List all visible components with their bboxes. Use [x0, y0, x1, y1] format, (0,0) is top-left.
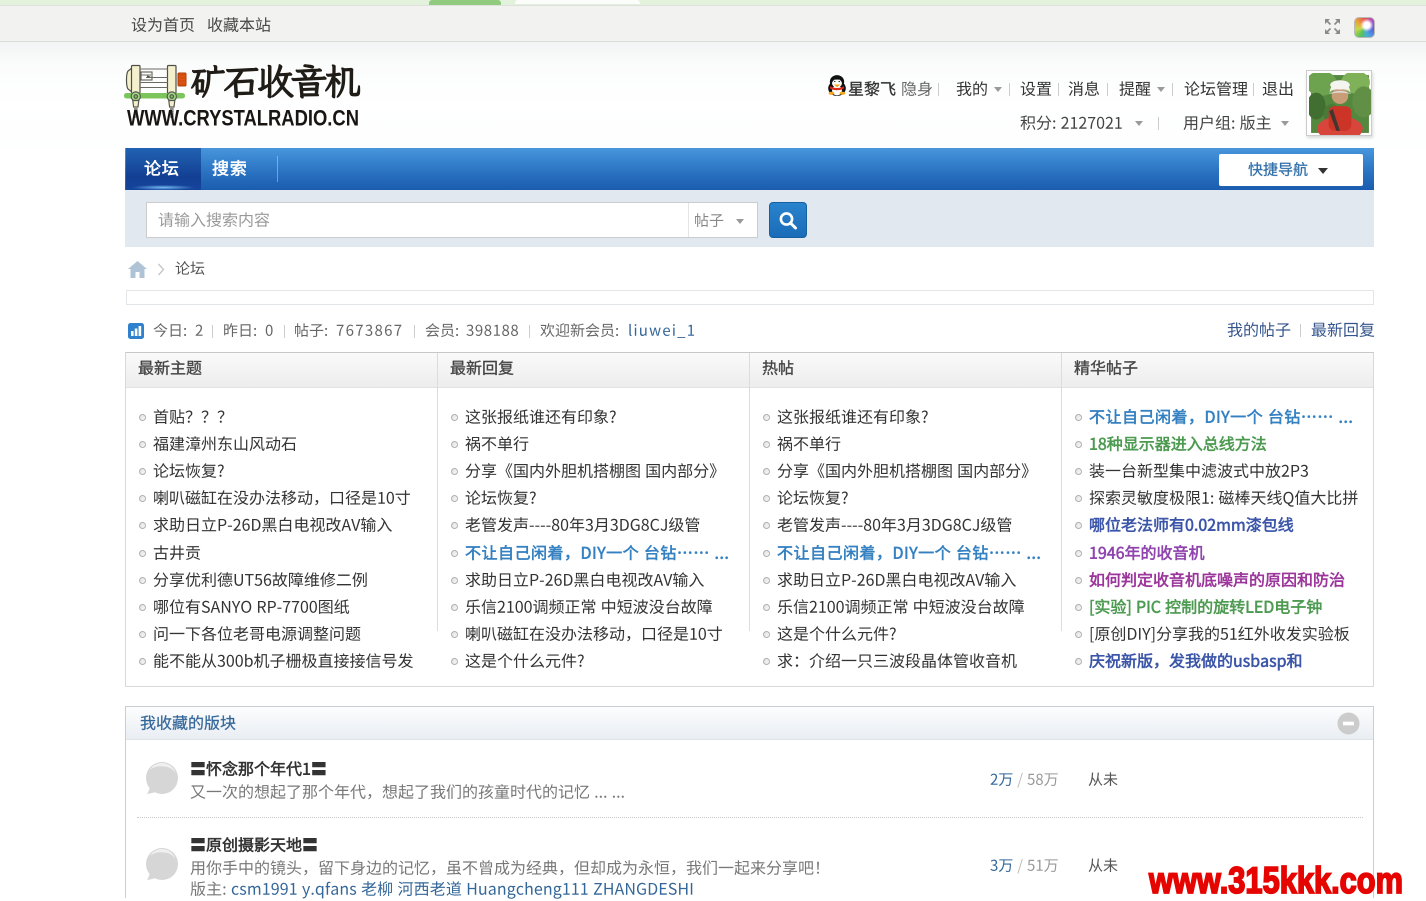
svg-text:www.315kkk.com: www.315kkk.com — [1148, 860, 1403, 901]
svg-text:WWW.CRYSTALRADIO.CN: WWW.CRYSTALRADIO.CN — [127, 106, 359, 131]
